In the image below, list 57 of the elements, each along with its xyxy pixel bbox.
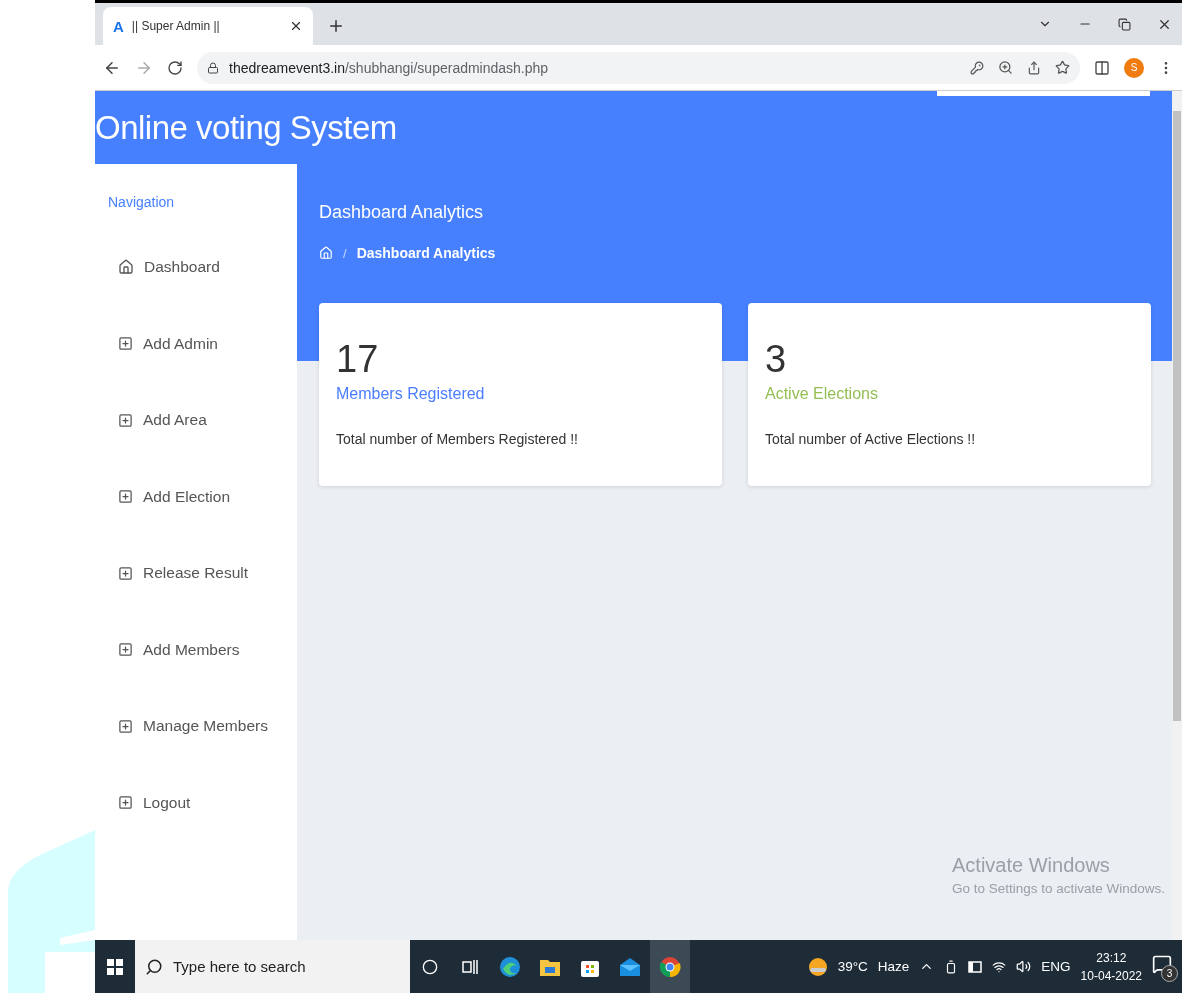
plus-square-icon (118, 642, 133, 658)
key-icon[interactable] (970, 60, 984, 75)
nav-heading: Navigation (108, 194, 176, 210)
stat-description: Total number of Active Elections !! (765, 430, 977, 447)
plus-square-icon (118, 565, 133, 581)
language-indicator[interactable]: ENG (1041, 959, 1071, 974)
browser-tab[interactable]: A || Super Admin || (103, 7, 313, 45)
breadcrumb-link[interactable]: Dashboard Analytics (356, 245, 496, 261)
display-icon[interactable] (968, 960, 983, 973)
close-icon[interactable] (289, 19, 303, 33)
nav-item[interactable]: Add Members (108, 611, 297, 688)
tab-favicon: A (113, 17, 124, 35)
weather-text: Haze (877, 959, 910, 974)
nav-item[interactable]: Manage Members (108, 688, 297, 765)
breadcrumb-separator: / (343, 245, 347, 261)
new-tab-icon[interactable] (327, 17, 345, 35)
stat-label: Active Elections (765, 384, 879, 403)
taskbar-search-field[interactable]: Type here to search (135, 940, 410, 993)
side-panel-icon[interactable] (1094, 59, 1110, 76)
nav-item[interactable]: Release Result (108, 535, 297, 612)
tab-title: || Super Admin || (131, 19, 221, 33)
stat-value: 17 (336, 339, 380, 381)
chrome-icon[interactable] (650, 940, 690, 993)
lock-icon (207, 61, 219, 74)
stat-label: Members Registered (336, 384, 486, 403)
volume-icon[interactable] (1016, 959, 1032, 974)
wifi-icon[interactable] (992, 959, 1007, 974)
nav-item[interactable]: Logout (108, 764, 297, 841)
zoom-icon[interactable] (998, 60, 1013, 75)
activation-title: Activate Windows (952, 854, 1111, 877)
restore-icon[interactable] (1118, 17, 1131, 31)
home-icon[interactable] (319, 246, 333, 260)
nav-item[interactable]: Dashboard (108, 229, 297, 306)
address-bar[interactable]: thedreamevent3.in/shubhangi/superadmindash.php (197, 51, 1080, 84)
search-icon (145, 957, 163, 976)
share-icon[interactable] (1027, 60, 1041, 75)
weather-icon (807, 956, 828, 977)
stat-description: Total number of Members Registered !! (336, 430, 579, 447)
stat-value: 3 (765, 339, 788, 381)
clock[interactable]: 23:12 10-04-2022 (1080, 950, 1142, 983)
plus-square-icon (118, 412, 133, 428)
reload-icon[interactable] (167, 59, 183, 76)
nav-item[interactable]: Add Admin (108, 305, 297, 382)
plus-square-icon (118, 489, 133, 505)
star-icon[interactable] (1055, 60, 1070, 75)
nav-item[interactable]: Add Area (108, 382, 297, 459)
plus-square-icon (118, 795, 133, 811)
windows-logo-icon (107, 958, 123, 975)
home-icon (118, 259, 134, 276)
activation-subtitle: Go to Settings to activate Windows. (952, 881, 1166, 896)
plus-square-icon (118, 336, 133, 352)
url-text: thedreamevent3.in/shubhangi/superadmindash.php (229, 59, 549, 76)
nav-item[interactable]: Add Election (108, 458, 297, 535)
temperature-text: 39°C (837, 959, 868, 974)
plus-square-icon (118, 718, 133, 734)
app-title: Online voting System (95, 108, 397, 147)
page-heading: Dashboard Analytics (319, 202, 485, 223)
